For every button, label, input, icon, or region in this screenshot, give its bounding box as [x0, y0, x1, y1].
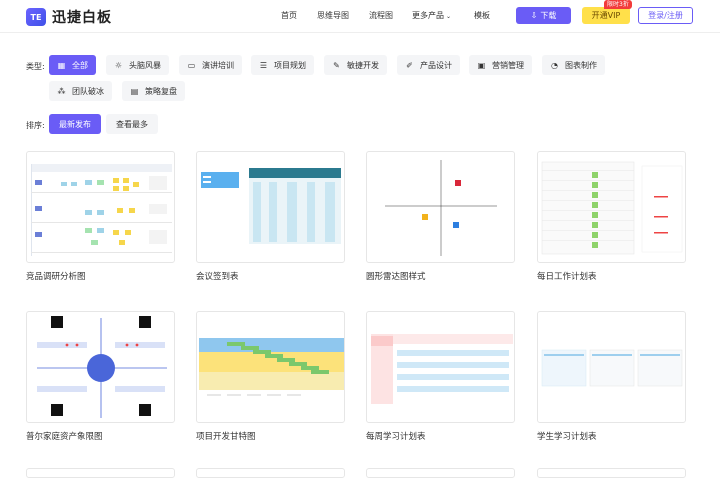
filter-label: 图表制作: [565, 60, 597, 70]
template-thumbnail-partial[interactable]: [196, 468, 345, 478]
template-thumbnail-daily-plan[interactable]: [537, 151, 686, 263]
sort-most-viewed[interactable]: 查看最多: [106, 114, 158, 134]
template-thumbnail-gantt[interactable]: [196, 311, 345, 423]
competitor-analysis-preview: [31, 164, 172, 256]
nav-templates[interactable]: 模板: [474, 10, 490, 21]
vip-button[interactable]: 开通VIP: [582, 7, 630, 24]
radar-chart-preview: [385, 160, 497, 256]
template-thumbnail-weekly-study-plan[interactable]: [366, 311, 515, 423]
template-title[interactable]: 圆形雷达图样式: [366, 270, 426, 282]
filter-label: 营销管理: [492, 60, 524, 70]
filter-all[interactable]: ▦ 全部: [49, 55, 96, 75]
template-title[interactable]: 会议签到表: [196, 270, 239, 282]
gantt-preview: [199, 338, 344, 396]
filter-label: 头脑风暴: [129, 60, 161, 70]
nav-more-products-label: 更多产品: [412, 11, 444, 20]
sort-label: 排序:: [26, 121, 45, 130]
filter-presentation[interactable]: ▭ 演讲培训: [179, 55, 242, 75]
filter-strategy-review[interactable]: ▤ 策略复盘: [122, 81, 185, 101]
nav-flowchart[interactable]: 流程图: [369, 10, 393, 21]
vip-discount-badge: 限时3折: [604, 0, 632, 9]
template-title[interactable]: 每日工作计划表: [537, 270, 597, 282]
template-thumbnail-partial[interactable]: [26, 468, 175, 478]
login-register-button[interactable]: 登录/注册: [638, 7, 693, 24]
layers-icon: ☰: [259, 60, 268, 70]
image-icon: ▣: [477, 60, 486, 70]
template-thumbnail-partial[interactable]: [366, 468, 515, 478]
template-thumbnail-meeting-signin[interactable]: [196, 151, 345, 263]
top-header: TE 迅捷白板 首页 思维导图 流程图 更多产品 ⌄ 模板 ⇩ 下载 开通VIP …: [0, 0, 720, 33]
filter-label: 团队破冰: [72, 86, 104, 96]
filter-label: 全部: [72, 60, 88, 70]
meeting-signin-preview: [201, 168, 341, 244]
download-icon: ⇩: [530, 11, 538, 20]
template-title[interactable]: 项目开发甘特图: [196, 430, 256, 442]
nav-more-products[interactable]: 更多产品 ⌄: [412, 10, 451, 21]
grid-icon: ▦: [57, 60, 66, 70]
nav-home[interactable]: 首页: [281, 10, 297, 21]
template-title[interactable]: 竞品调研分析图: [26, 270, 86, 282]
template-thumbnail-radar-chart[interactable]: [366, 151, 515, 263]
weekly-study-plan-preview: [371, 334, 513, 404]
asset-quadrant-preview: [37, 316, 167, 418]
pen-icon: ✐: [406, 60, 413, 70]
filter-agile[interactable]: ✎ 敏捷开发: [324, 55, 387, 75]
bulb-icon: ☼: [114, 60, 123, 70]
filter-marketing[interactable]: ▣ 营销管理: [469, 55, 532, 75]
filter-brainstorm[interactable]: ☼ 头脑风暴: [106, 55, 169, 75]
filter-label: 敏捷开发: [347, 60, 379, 70]
chevron-down-icon: ⌄: [446, 13, 452, 20]
brand-name: 迅捷白板: [52, 10, 112, 26]
brand-logo[interactable]: TE 迅捷白板: [26, 7, 112, 27]
edit-icon: ✎: [333, 60, 340, 70]
template-title[interactable]: 每周学习计划表: [366, 430, 426, 442]
template-thumbnail-partial[interactable]: [537, 468, 686, 478]
clipboard-icon: ▤: [130, 86, 139, 96]
nav-mindmap[interactable]: 思维导图: [317, 10, 349, 21]
download-label: 下载: [540, 11, 557, 20]
sort-newest[interactable]: 最新发布: [49, 114, 101, 134]
pie-icon: ◔: [551, 60, 558, 70]
team-icon: ⁂: [57, 86, 66, 96]
filter-project-planning[interactable]: ☰ 项目规划: [251, 55, 314, 75]
template-title[interactable]: 普尔家庭资产象限图: [26, 430, 103, 442]
logo-icon: TE: [26, 8, 46, 26]
filter-label: 项目规划: [274, 60, 306, 70]
filter-product-design[interactable]: ✐ 产品设计: [397, 55, 460, 75]
template-thumbnail-student-study-plan[interactable]: [537, 311, 686, 423]
type-filter-label: 类型:: [26, 62, 45, 71]
filter-label: 策略复盘: [145, 86, 177, 96]
filter-label: 演讲培训: [202, 60, 234, 70]
filter-charts[interactable]: ◔ 图表制作: [542, 55, 605, 75]
template-thumbnail-asset-quadrant[interactable]: [26, 311, 175, 423]
presentation-icon: ▭: [187, 60, 196, 70]
template-title[interactable]: 学生学习计划表: [537, 430, 597, 442]
template-thumbnail-competitor-analysis[interactable]: [26, 151, 175, 263]
daily-plan-preview: [541, 161, 683, 255]
download-button[interactable]: ⇩ 下载: [516, 7, 571, 24]
filter-label: 产品设计: [420, 60, 452, 70]
student-study-plan-preview: [541, 349, 683, 387]
filter-team-icebreak[interactable]: ⁂ 团队破冰: [49, 81, 112, 101]
